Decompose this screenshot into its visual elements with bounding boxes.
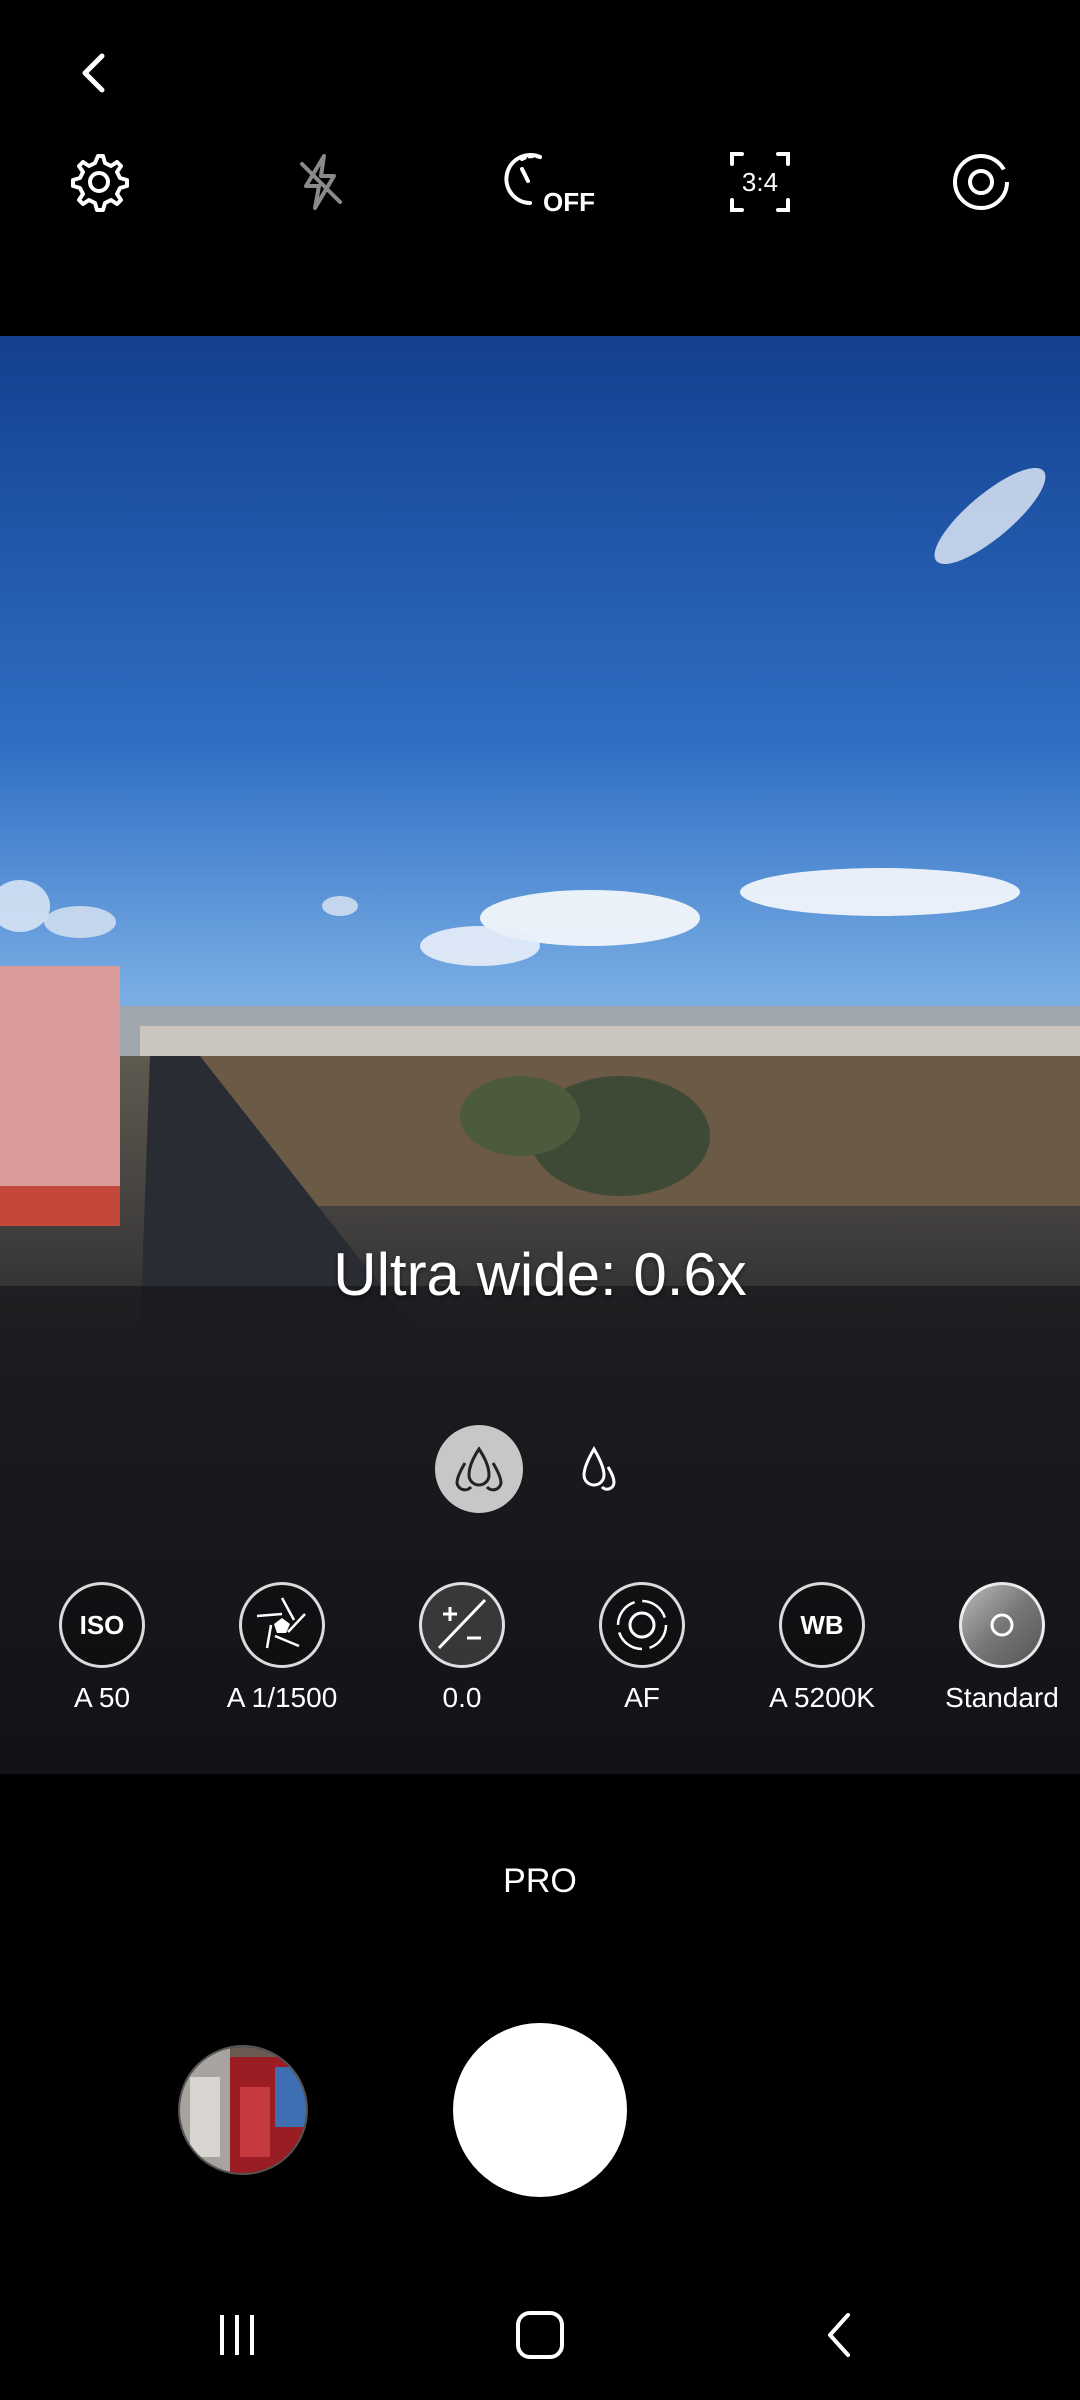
exposure-value: 0.0: [442, 1682, 482, 1713]
white-balance-value: A 5200K: [769, 1682, 875, 1713]
motion-photo-icon: [953, 154, 1009, 210]
aspect-ratio-button[interactable]: 3:4: [715, 137, 805, 227]
focus-value: AF: [624, 1682, 660, 1713]
iso-icon-text: ISO: [79, 1609, 125, 1640]
chevron-left-icon: [82, 53, 105, 93]
white-balance-icon: WB: [779, 1582, 865, 1668]
flash-off-icon: [300, 154, 342, 210]
iso-control[interactable]: ISO A 50: [12, 1582, 192, 1714]
aspect-ratio-text: 3:4: [741, 166, 779, 197]
camera-viewfinder[interactable]: Ultra wide: 0.6x: [0, 336, 1080, 1774]
camera-preview-image: [0, 336, 1080, 1774]
color-tone-value: Standard: [945, 1682, 1059, 1713]
gallery-thumbnail-image: [180, 2047, 306, 2173]
timer-button[interactable]: OFF: [495, 137, 595, 227]
focus-icon: [599, 1582, 685, 1668]
exposure-icon: [419, 1582, 505, 1668]
zoom-label: Ultra wide: 0.6x: [333, 1241, 747, 1308]
shutter-speed-icon: [239, 1582, 325, 1668]
color-tone-control[interactable]: Standard: [912, 1582, 1080, 1714]
wide-lens-icon: [582, 1446, 616, 1491]
settings-button[interactable]: [53, 137, 143, 227]
color-tone-icon: [959, 1582, 1045, 1668]
back-button[interactable]: [50, 28, 140, 118]
shutter-button[interactable]: [453, 2023, 627, 2197]
camera-mode-label[interactable]: PRO: [0, 1862, 1080, 1901]
home-button[interactable]: [480, 2290, 600, 2380]
system-back-button[interactable]: [780, 2290, 900, 2380]
gallery-thumbnail[interactable]: [178, 2045, 308, 2175]
recent-apps-button[interactable]: [177, 2290, 297, 2380]
motion-photo-button[interactable]: [936, 137, 1026, 227]
back-icon: [828, 2313, 850, 2357]
shutter-speed-value: A 1/1500: [226, 1682, 338, 1713]
white-balance-control[interactable]: WB A 5200K: [732, 1582, 912, 1714]
shutter-speed-control[interactable]: A 1/1500: [192, 1582, 372, 1714]
white-balance-icon-text: WB: [800, 1609, 844, 1640]
home-icon: [516, 2311, 564, 2359]
timer-off-text: OFF: [543, 187, 595, 217]
iso-icon: ISO: [59, 1582, 145, 1668]
ultra-wide-lens-icon: [455, 1446, 503, 1492]
ultra-wide-lens-button[interactable]: [435, 1425, 523, 1513]
focus-control[interactable]: AF: [552, 1582, 732, 1714]
recent-apps-icon: [220, 2315, 254, 2355]
iso-value: A 50: [73, 1682, 131, 1713]
gear-icon: [71, 154, 129, 212]
wide-lens-button[interactable]: [555, 1425, 643, 1513]
exposure-control[interactable]: 0.0: [372, 1582, 552, 1714]
flash-button[interactable]: [275, 137, 365, 227]
